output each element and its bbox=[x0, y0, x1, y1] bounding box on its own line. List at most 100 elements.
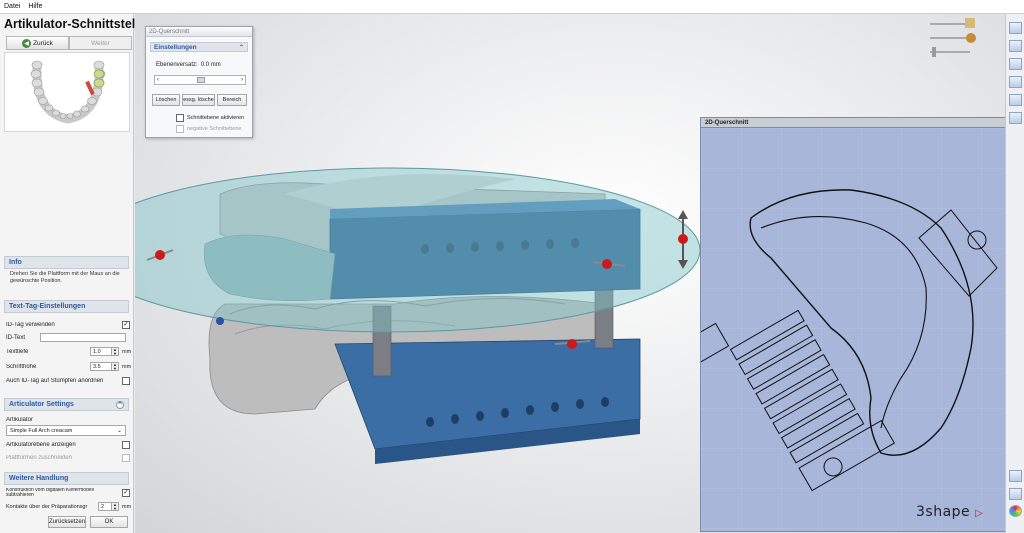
negative-plane-row: negative Schnittebene bbox=[176, 124, 241, 133]
brand-logo: 3shape ▷ bbox=[916, 504, 983, 520]
back-button-label: Zurück bbox=[33, 39, 53, 47]
font-height-row: Schrifthöhe 3.5 ▲ ▼ mm bbox=[6, 361, 132, 372]
cross-section-drawing bbox=[701, 128, 1005, 531]
articulator-selected: Simple Full Arch creacam bbox=[10, 427, 73, 434]
id-text-input[interactable] bbox=[40, 333, 126, 342]
subtract-checkbox[interactable]: ✓ bbox=[122, 489, 130, 497]
navigation-buttons: ◀ Zurück Weiter bbox=[6, 36, 132, 50]
slider-left-arrow-icon[interactable]: ‹ bbox=[157, 77, 159, 83]
text-depth-stepper[interactable]: ▲ ▼ bbox=[112, 347, 119, 356]
delete-button[interactable]: Löschen bbox=[152, 94, 180, 106]
cross-section-panel-title: 2D-Querschnitt bbox=[146, 27, 252, 37]
settings-header: Einstellungen bbox=[154, 43, 197, 51]
show-plane-row: Artikulatorebene anzeigen bbox=[6, 439, 130, 450]
id-text-row: ID-Text bbox=[6, 332, 130, 343]
info-text: Drehen Sie die Plattform mit der Maus an… bbox=[10, 271, 120, 284]
slider-thumb[interactable] bbox=[197, 77, 205, 83]
collapse-icon[interactable]: ⌃ bbox=[239, 44, 244, 51]
contacts-label: Kontakte über der Präparationsgr bbox=[6, 503, 88, 510]
delete-all-button[interactable]: essg. lösche bbox=[182, 94, 215, 106]
settings-section-header[interactable]: Einstellungen ⌃ bbox=[150, 42, 248, 52]
id-text-label: ID-Text bbox=[6, 334, 26, 341]
articulator-section-header[interactable]: Articulator Settings ⌃ bbox=[4, 398, 129, 411]
info-section-header[interactable]: Info bbox=[4, 256, 129, 269]
subtract-row: Konstruktion vom digitalen Kiefermodell … bbox=[6, 487, 130, 499]
further-section-header[interactable]: Weitere Handlung bbox=[4, 472, 129, 485]
text-tag-header: Text-Tag-Einstellungen bbox=[9, 303, 86, 310]
menu-file[interactable]: Datei bbox=[0, 3, 24, 10]
font-height-input[interactable]: 3.5 bbox=[90, 362, 112, 371]
also-on-stumps-label: Auch ID-Tag auf Stümpfen anordnen bbox=[6, 377, 104, 384]
articulator-preview-icons[interactable] bbox=[930, 18, 976, 57]
also-on-stumps-row: Auch ID-Tag auf Stümpfen anordnen bbox=[6, 375, 130, 386]
articulator-label: Artikulator bbox=[6, 416, 34, 423]
back-arrow-icon: ◀ bbox=[22, 38, 32, 48]
negative-plane-checkbox[interactable] bbox=[176, 124, 184, 133]
trim-platforms-row: Plattformen zuschneiden bbox=[6, 452, 130, 463]
view-top-icon[interactable] bbox=[1009, 94, 1022, 106]
vertical-move-handle[interactable] bbox=[678, 210, 688, 269]
ok-button[interactable]: OK bbox=[90, 516, 128, 528]
also-on-stumps-checkbox[interactable] bbox=[122, 376, 130, 385]
cross-section-settings-panel: 2D-Querschnitt Einstellungen ⌃ Ebenenver… bbox=[145, 26, 253, 138]
articulator-select[interactable]: Simple Full Arch creacam ⌄ bbox=[6, 425, 126, 436]
cross-section-view[interactable]: 2D-Querschnitt bbox=[700, 117, 1006, 532]
info-header: Info bbox=[9, 259, 22, 266]
use-id-tag-label: ID-Tag verwenden bbox=[6, 321, 55, 328]
page-title: Artikulator-Schnittstelle bbox=[4, 17, 146, 31]
collapse-icon[interactable]: ⌃ bbox=[116, 400, 124, 409]
reset-button[interactable]: Zurücksetzen bbox=[48, 516, 86, 528]
activate-plane-checkbox[interactable] bbox=[176, 113, 184, 122]
font-height-label: Schrifthöhe bbox=[6, 363, 37, 370]
next-button-label: Weiter bbox=[91, 39, 110, 47]
view-right-icon[interactable] bbox=[1009, 76, 1022, 88]
contacts-input[interactable]: 2 bbox=[98, 502, 112, 511]
negative-plane-label: negative Schnittebene bbox=[187, 125, 242, 132]
back-button[interactable]: ◀ Zurück bbox=[6, 36, 69, 50]
left-panel: Artikulator-Schnittstelle ◀ Zurück Weite… bbox=[0, 14, 146, 533]
show-plane-label: Artikulatorebene anzeigen bbox=[6, 441, 76, 448]
jaw-arch-icon bbox=[30, 60, 106, 124]
model-toggle-icon[interactable] bbox=[1009, 470, 1022, 482]
text-tag-section-header[interactable]: Text-Tag-Einstellungen bbox=[4, 300, 129, 313]
view-bottom-icon[interactable] bbox=[1009, 112, 1022, 124]
text-depth-input[interactable]: 1.0 bbox=[90, 347, 112, 356]
offset-slider[interactable]: ‹ › bbox=[154, 75, 246, 85]
view-front-icon[interactable] bbox=[1009, 22, 1022, 34]
show-plane-checkbox[interactable] bbox=[122, 440, 130, 449]
menu-help[interactable]: Hilfe bbox=[24, 3, 46, 10]
cross-section-view-title: 2D-Querschnitt bbox=[701, 118, 1005, 128]
chevron-down-icon: ⌄ bbox=[116, 428, 122, 434]
trim-platforms-checkbox[interactable] bbox=[122, 453, 130, 462]
range-button[interactable]: Bereich bbox=[217, 94, 247, 106]
right-toolbar bbox=[1005, 14, 1024, 533]
font-height-stepper[interactable]: ▲ ▼ bbox=[112, 362, 119, 371]
use-id-tag-row: ID-Tag verwenden ✓ bbox=[6, 319, 130, 330]
articulator-header: Articulator Settings bbox=[9, 401, 74, 408]
trim-platforms-label: Plattformen zuschneiden bbox=[6, 454, 73, 461]
color-wheel-icon[interactable] bbox=[1009, 505, 1022, 517]
jaw-thumbnail[interactable] bbox=[4, 52, 130, 132]
offset-row: Ebenenversatz: 0.0 mm bbox=[156, 62, 221, 68]
activate-plane-row: Schnittebene aktivieren bbox=[176, 113, 244, 122]
use-id-tag-checkbox[interactable]: ✓ bbox=[122, 320, 130, 329]
offset-label: Ebenenversatz: bbox=[156, 62, 198, 68]
brand-logo-text: 3shape bbox=[916, 504, 971, 520]
view-back-icon[interactable] bbox=[1009, 40, 1022, 52]
logo-triangle-icon: ▷ bbox=[975, 508, 984, 519]
model-visibility-icon[interactable] bbox=[1009, 488, 1022, 500]
menu-bar: Datei Hilfe bbox=[0, 0, 1024, 14]
slider-right-arrow-icon[interactable]: › bbox=[241, 77, 243, 83]
offset-value: 0.0 mm bbox=[200, 62, 221, 68]
next-button[interactable]: Weiter bbox=[69, 36, 132, 50]
contacts-row: Kontakte über der Präparationsgr 2 ▲ ▼ mm bbox=[6, 501, 131, 512]
activate-plane-label: Schnittebene aktivieren bbox=[187, 114, 245, 121]
text-depth-unit: mm bbox=[122, 348, 132, 355]
text-depth-row: Texttiefe 1.0 ▲ ▼ mm bbox=[6, 346, 132, 357]
font-height-unit: mm bbox=[122, 363, 132, 370]
articulator-label-row: Artikulator bbox=[6, 414, 130, 425]
contacts-stepper[interactable]: ▲ ▼ bbox=[112, 502, 119, 511]
view-left-icon[interactable] bbox=[1009, 58, 1022, 70]
rotation-handle[interactable] bbox=[216, 317, 224, 325]
further-header: Weitere Handlung bbox=[9, 475, 69, 482]
